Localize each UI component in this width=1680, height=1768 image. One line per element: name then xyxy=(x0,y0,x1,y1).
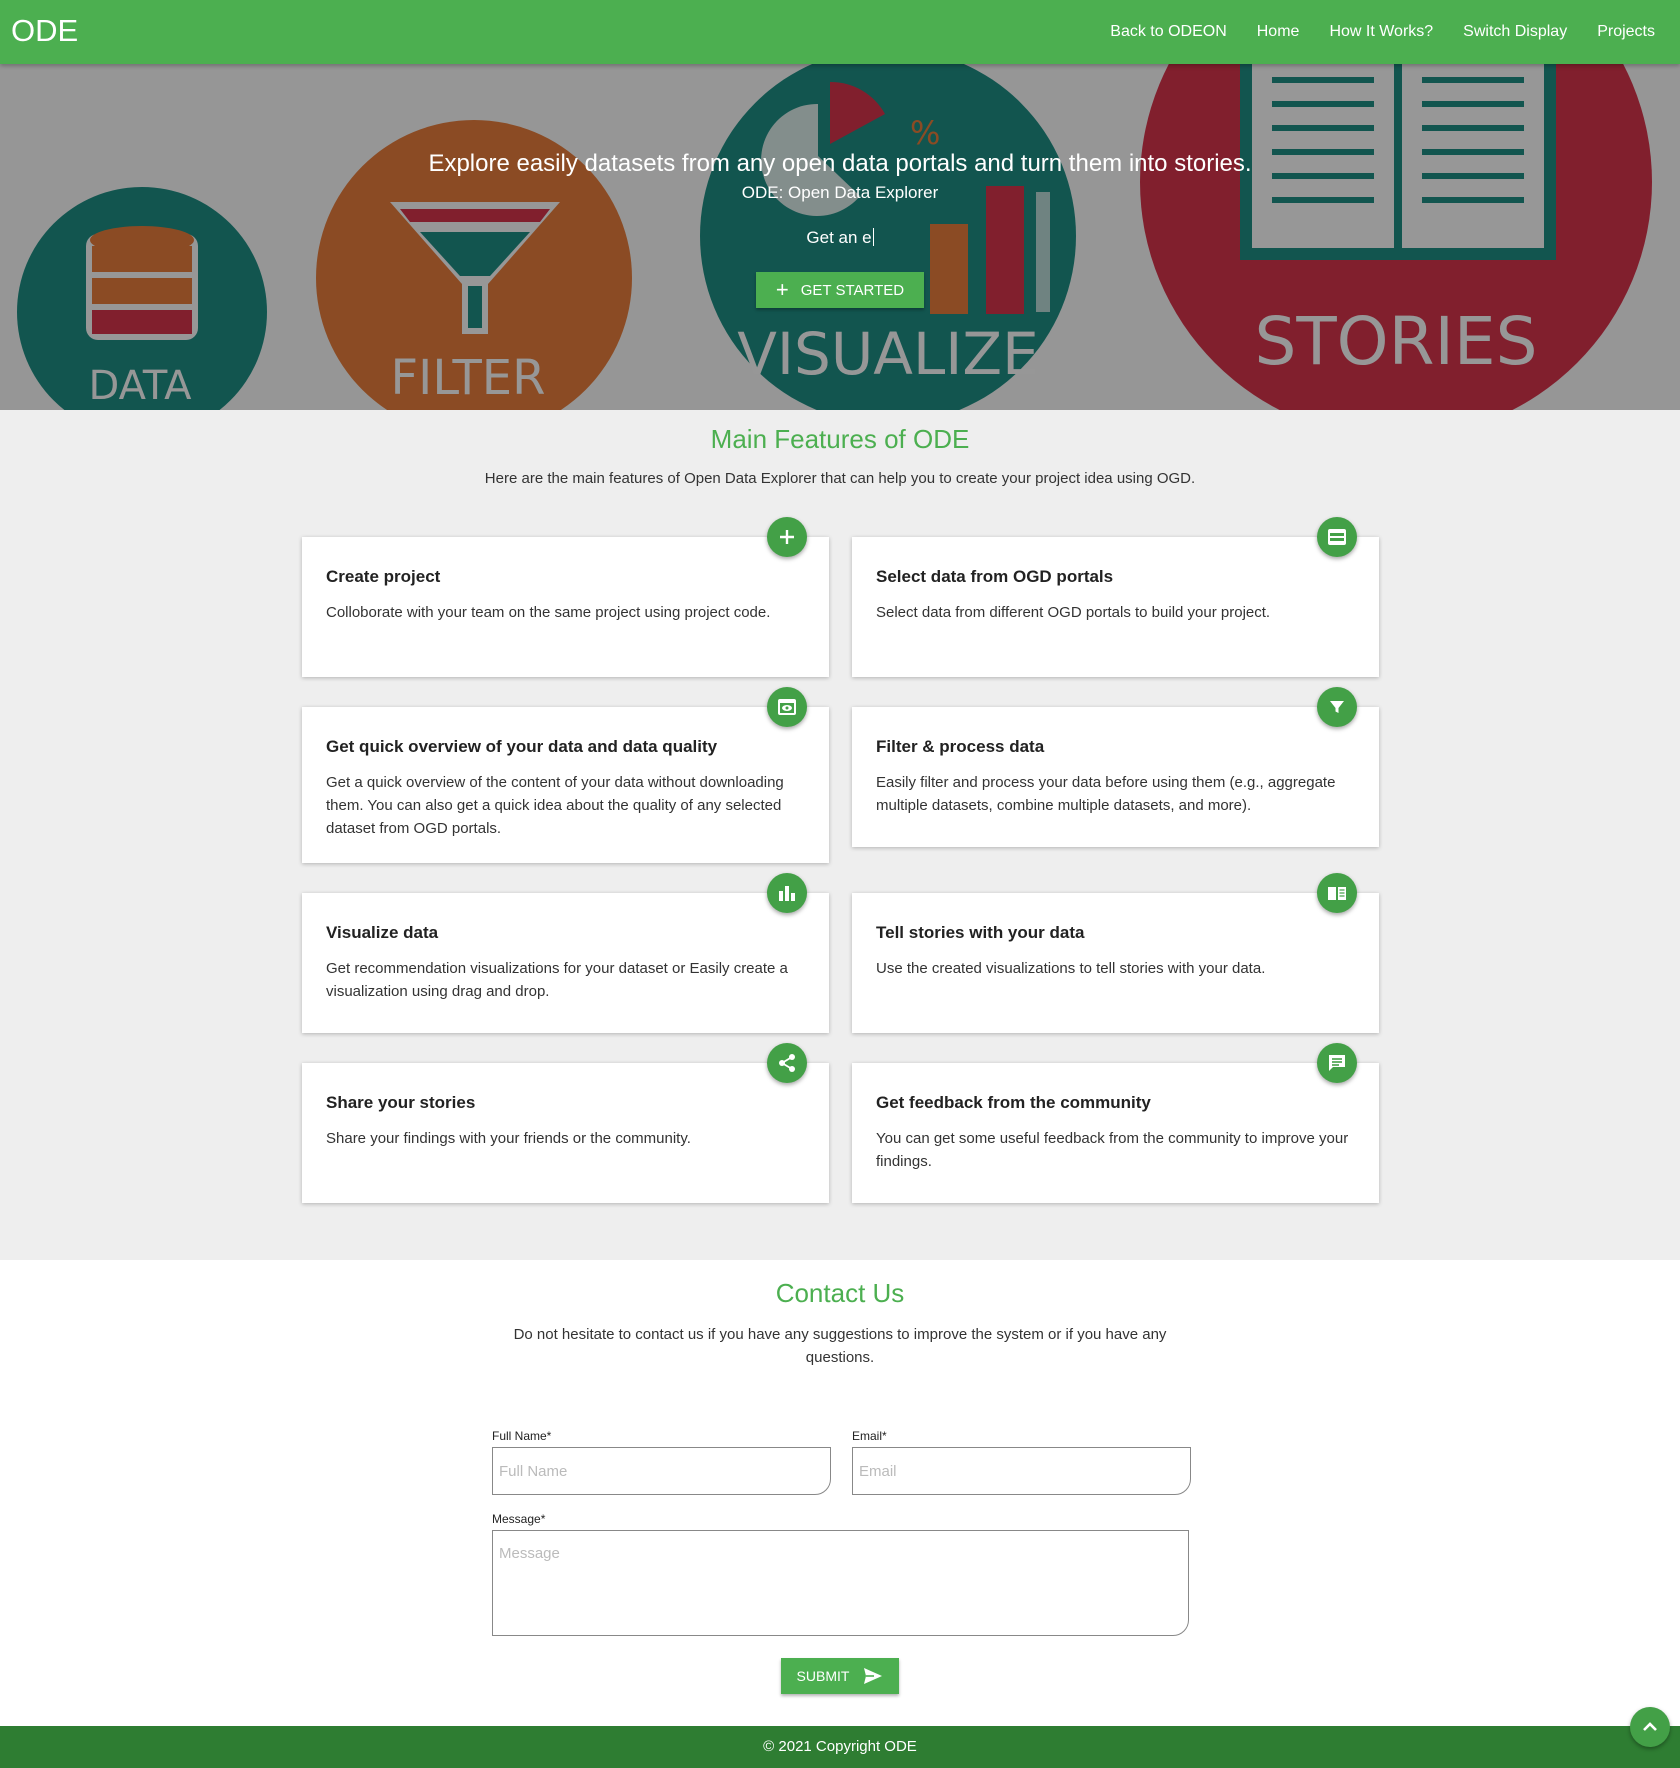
nav-home[interactable]: Home xyxy=(1257,23,1300,41)
hero-title: Explore easily datasets from any open da… xyxy=(428,150,1252,177)
feature-card-select-data: Select data from OGD portals Select data… xyxy=(852,517,1379,677)
feature-text: Get recommendation visualizations for yo… xyxy=(326,960,788,1000)
nav-links: Back to ODEON Home How It Works? Switch … xyxy=(1080,0,1655,64)
footer: © 2021 Copyright ODE xyxy=(0,1726,1680,1768)
bar-chart-icon xyxy=(767,873,807,913)
feature-card-share-stories: Share your stories Share your findings w… xyxy=(302,1043,829,1203)
nav-switch-display[interactable]: Switch Display xyxy=(1463,23,1567,41)
scroll-to-top-button[interactable] xyxy=(1630,1707,1670,1747)
send-icon xyxy=(864,1668,883,1684)
nav-projects[interactable]: Projects xyxy=(1597,23,1655,41)
feature-card-quick-overview: Get quick overview of your data and data… xyxy=(302,687,829,863)
feature-text: Get a quick overview of the content of y… xyxy=(326,774,784,837)
feature-card-feedback: Get feedback from the community You can … xyxy=(852,1043,1379,1203)
feature-card-filter-process: Filter & process data Easily filter and … xyxy=(852,687,1379,847)
plus-icon xyxy=(767,517,807,557)
full-name-label: Full Name* xyxy=(492,1429,552,1443)
feature-text: Share your findings with your friends or… xyxy=(326,1130,691,1147)
full-name-input[interactable] xyxy=(492,1447,831,1495)
feature-title: Filter & process data xyxy=(876,737,1045,756)
feature-title: Get feedback from the community xyxy=(876,1093,1151,1112)
contact-section: Contact Us Do not hesitate to contact us… xyxy=(0,1260,1680,1726)
features-description: Here are the main features of Open Data … xyxy=(484,470,1196,487)
preview-icon xyxy=(767,687,807,727)
feature-text: Colloborate with your team on the same p… xyxy=(326,604,771,621)
share-icon xyxy=(767,1043,807,1083)
feature-card-visualize: Visualize data Get recommendation visual… xyxy=(302,873,829,1033)
chevron-up-icon xyxy=(1643,1722,1657,1731)
feature-title: Create project xyxy=(326,567,441,586)
features-title: Main Features of ODE xyxy=(710,424,970,454)
message-label: Message* xyxy=(492,1512,546,1526)
feature-text: Use the created visualizations to tell s… xyxy=(876,960,1266,977)
submit-label: SUBMIT xyxy=(796,1668,850,1684)
footer-copyright: © 2021 Copyright ODE xyxy=(763,1738,917,1755)
feature-title: Tell stories with your data xyxy=(876,923,1085,942)
feature-title: Select data from OGD portals xyxy=(876,567,1114,586)
submit-button[interactable]: SUBMIT xyxy=(781,1658,899,1694)
top-navbar: ODE Back to ODEON Home How It Works? Swi… xyxy=(0,0,1680,64)
message-textarea[interactable] xyxy=(492,1530,1189,1636)
email-input[interactable] xyxy=(852,1447,1191,1495)
feature-text: You can get some useful feedback from th… xyxy=(876,1130,1349,1170)
hero-subtitle: ODE: Open Data Explorer xyxy=(741,183,939,202)
feature-card-create-project: Create project Colloborate with your tea… xyxy=(302,517,829,677)
feature-text: Select data from different OGD portals t… xyxy=(876,604,1271,621)
feature-text: Easily filter and process your data befo… xyxy=(876,774,1336,814)
email-label: Email* xyxy=(852,1429,887,1443)
plus-icon: + xyxy=(775,277,789,302)
nav-back-to-odeon[interactable]: Back to ODEON xyxy=(1110,23,1226,41)
feature-title: Share your stories xyxy=(326,1093,476,1112)
contact-description: Do not hesitate to contact us if you hav… xyxy=(513,1326,1167,1366)
feature-title: Get quick overview of your data and data… xyxy=(326,737,718,756)
brand-logo[interactable]: ODE xyxy=(11,13,78,49)
feature-card-tell-stories: Tell stories with your data Use the crea… xyxy=(852,873,1379,1033)
hero-typed-text: Get an e xyxy=(0,228,1680,248)
hero-banner: DATA FILTER % VISUALIZE STORIES Explore … xyxy=(0,64,1680,410)
comment-icon xyxy=(1317,1043,1357,1083)
get-started-label: GET STARTED xyxy=(800,281,905,299)
filter-icon xyxy=(1317,687,1357,727)
typing-cursor xyxy=(872,228,874,246)
contact-title: Contact Us xyxy=(775,1278,905,1308)
nav-how-it-works[interactable]: How It Works? xyxy=(1329,23,1433,41)
book-icon xyxy=(1317,873,1357,913)
feature-title: Visualize data xyxy=(326,923,439,942)
get-started-button[interactable]: + GET STARTED xyxy=(756,272,924,308)
typed-text: Get an e xyxy=(806,228,872,247)
table-icon xyxy=(1317,517,1357,557)
